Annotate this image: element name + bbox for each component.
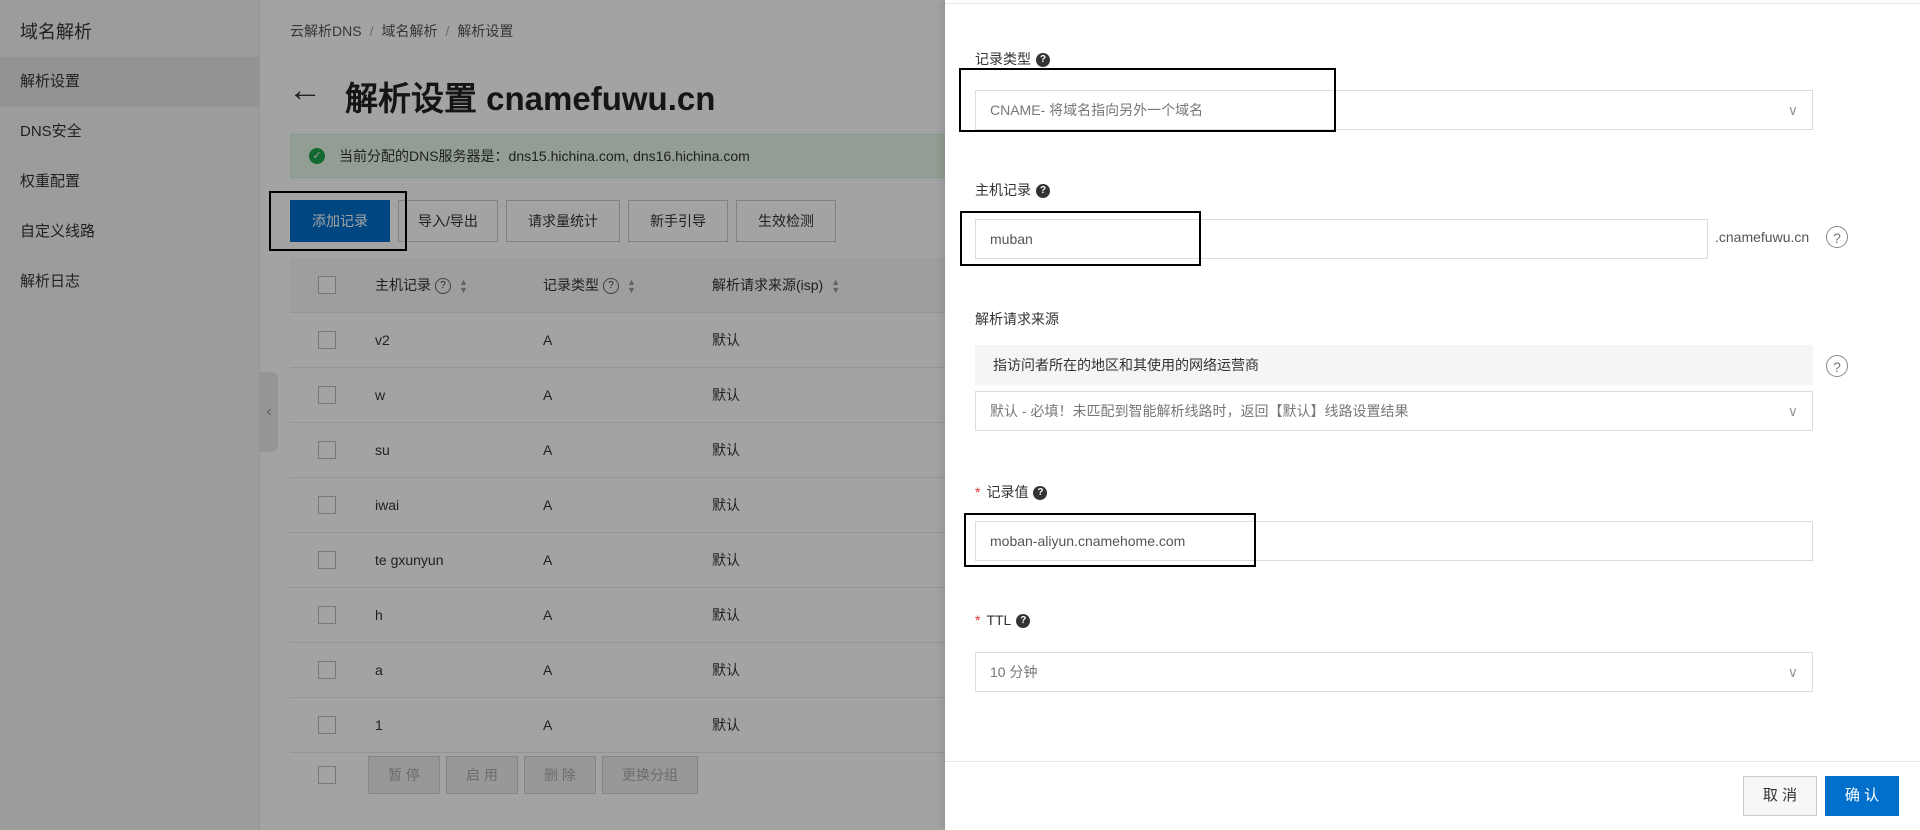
question-icon[interactable]: ? <box>1033 486 1048 501</box>
record-value-label-text: 记录值 <box>986 484 1029 500</box>
question-icon[interactable]: ? <box>1016 614 1031 629</box>
ttl-label-text: TTL <box>986 612 1012 628</box>
add-record-drawer: 记录类型? CNAME- 将域名指向另外一个域名 ∨ 主机记录? muban .… <box>945 0 1920 830</box>
record-type-label: 记录类型? <box>975 49 1050 69</box>
question-icon[interactable]: ? <box>1036 53 1050 68</box>
required-marker: * <box>975 484 981 500</box>
chevron-down-icon: ∨ <box>1787 102 1798 118</box>
record-type-label-text: 记录类型 <box>975 51 1031 67</box>
domain-suffix: .cnamefuwu.cn <box>1715 229 1810 245</box>
chevron-down-icon: ∨ <box>1787 664 1798 680</box>
ttl-value: 10 分钟 <box>990 664 1038 680</box>
host-record-value: muban <box>990 231 1033 247</box>
resolve-line-select[interactable]: 默认 - 必填！未匹配到智能解析线路时，返回【默认】线路设置结果 ∨ <box>975 391 1813 431</box>
required-marker: * <box>975 612 981 628</box>
ttl-select[interactable]: 10 分钟 ∨ <box>975 652 1813 692</box>
help-circle-icon[interactable]: ? <box>1826 226 1848 248</box>
resolve-line-value: 默认 - 必填！未匹配到智能解析线路时，返回【默认】线路设置结果 <box>990 403 1409 419</box>
record-value-label: * 记录值? <box>975 482 1048 502</box>
host-record-label: 主机记录? <box>975 180 1050 200</box>
ttl-label: * TTL? <box>975 612 1031 629</box>
resolve-line-hint: 指访问者所在的地区和其使用的网络运营商 <box>975 345 1813 385</box>
host-record-label-text: 主机记录 <box>975 182 1031 198</box>
modal-overlay[interactable] <box>0 0 945 830</box>
question-icon[interactable]: ? <box>1036 184 1050 199</box>
resolve-line-label: 解析请求来源 <box>975 311 1059 327</box>
host-record-input[interactable]: muban <box>975 219 1708 259</box>
help-circle-icon[interactable]: ? <box>1826 355 1848 377</box>
cancel-button[interactable]: 取 消 <box>1743 776 1817 816</box>
chevron-down-icon: ∨ <box>1787 403 1798 419</box>
record-value-value: moban-aliyun.cnamehome.com <box>990 533 1186 549</box>
record-type-value: CNAME- 将域名指向另外一个域名 <box>990 102 1204 118</box>
record-value-input[interactable]: moban-aliyun.cnamehome.com <box>975 521 1813 561</box>
record-type-select[interactable]: CNAME- 将域名指向另外一个域名 ∨ <box>975 90 1813 130</box>
confirm-button[interactable]: 确 认 <box>1825 776 1899 816</box>
